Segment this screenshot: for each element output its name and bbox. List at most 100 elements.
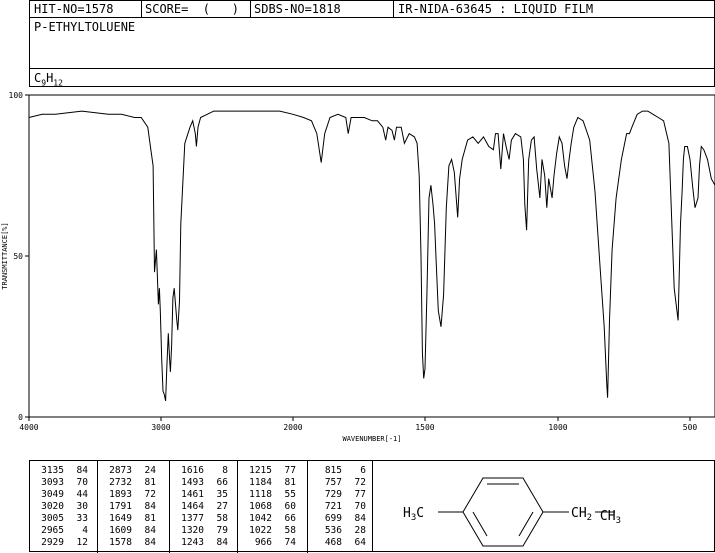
peak-transmittance: 84	[144, 537, 156, 548]
peak-row: 815 6	[308, 465, 374, 477]
peak-transmittance: 35	[216, 489, 228, 500]
peak-row: 468 64	[308, 537, 374, 549]
peak-wavenumber: 3049	[41, 489, 64, 500]
peak-transmittance: 72	[144, 489, 156, 500]
peak-wavenumber: 1377	[181, 513, 204, 524]
peak-transmittance: 6	[360, 465, 366, 476]
peak-transmittance: 24	[144, 465, 156, 476]
peak-wavenumber: 3005	[41, 513, 64, 524]
peak-wavenumber: 1791	[109, 501, 132, 512]
structure-drawing: H3C CH2 CH3	[403, 477, 621, 547]
peak-wavenumber: 966	[254, 537, 272, 548]
spectrum-line	[28, 110, 715, 401]
peak-transmittance: 72	[354, 477, 366, 488]
peak-wavenumber: 699	[324, 513, 342, 524]
x-axis-label: WAVENUMBER[-1]	[342, 435, 401, 443]
peak-row: 1320 79	[170, 525, 238, 537]
peak-wavenumber: 757	[324, 477, 342, 488]
peak-transmittance: 30	[76, 501, 88, 512]
x-axis: 4000 3000 2000 1500 1000 500	[19, 417, 697, 432]
peak-wavenumber: 1609	[109, 525, 132, 536]
peak-row: 3135 84	[30, 465, 98, 477]
peak-transmittance: 81	[144, 477, 156, 488]
y-axis: 0 50 100	[9, 91, 29, 422]
benzene-ring	[438, 477, 615, 547]
peak-wavenumber: 1320	[181, 525, 204, 536]
peak-transmittance: 84	[354, 513, 366, 524]
peak-column: 3135 84 3093 70 3049 44 3020 30 3005 33 2965 4 2929 1…	[30, 461, 98, 553]
peak-transmittance: 79	[216, 525, 228, 536]
peak-transmittance: 4	[82, 525, 88, 536]
peak-wavenumber: 1243	[181, 537, 204, 548]
peak-row: 1022 58	[238, 525, 308, 537]
y-axis-label: TRANSMITTANCE[%]	[1, 222, 9, 289]
peak-row: 2965 4	[30, 525, 98, 537]
peak-row: 2873 24	[98, 465, 170, 477]
x-tick-label: 1000	[548, 423, 567, 432]
peak-transmittance: 77	[354, 489, 366, 500]
peak-transmittance: 84	[216, 537, 228, 548]
peak-wavenumber: 1578	[109, 537, 132, 548]
x-tick-label: 3000	[151, 423, 170, 432]
peak-row: 3005 33	[30, 513, 98, 525]
peak-wavenumber: 1464	[181, 501, 204, 512]
peak-wavenumber: 1184	[249, 477, 272, 488]
x-tick-label: 2000	[283, 423, 302, 432]
peak-row: 1243 84	[170, 537, 238, 549]
peak-transmittance: 84	[76, 465, 88, 476]
peak-wavenumber: 1649	[109, 513, 132, 524]
peak-row: 3020 30	[30, 501, 98, 513]
peak-wavenumber: 2929	[41, 537, 64, 548]
peak-row: 2732 81	[98, 477, 170, 489]
x-tick-label: 500	[683, 423, 698, 432]
peak-column: 1215 77 1184 81 1118 55 1068 60 1042 66 1022 58 966 7…	[238, 461, 308, 553]
peak-wavenumber: 1022	[249, 525, 272, 536]
peak-row: 1068 60	[238, 501, 308, 513]
peak-wavenumber: 3020	[41, 501, 64, 512]
peak-row: 1616 8	[170, 465, 238, 477]
peak-wavenumber: 1215	[249, 465, 272, 476]
peak-wavenumber: 1042	[249, 513, 272, 524]
peak-wavenumber: 721	[324, 501, 342, 512]
x-tick-label: 1500	[415, 423, 434, 432]
peak-transmittance: 81	[284, 477, 296, 488]
peak-row: 1377 58	[170, 513, 238, 525]
peak-column: 1616 8 1493 66 1461 35 1464 27 1377 58 1320 79 1243 8…	[170, 461, 238, 553]
peak-row: 536 28	[308, 525, 374, 537]
peak-transmittance: 81	[144, 513, 156, 524]
peak-row: 1578 84	[98, 537, 170, 549]
peak-wavenumber: 2965	[41, 525, 64, 536]
peak-transmittance: 27	[216, 501, 228, 512]
peak-column: 815 6 757 72 729 77 721 70 699 84 536 28 468 64	[308, 461, 374, 553]
peak-wavenumber: 1893	[109, 489, 132, 500]
peak-row: 1461 35	[170, 489, 238, 501]
peak-wavenumber: 3135	[41, 465, 64, 476]
peak-transmittance: 55	[284, 489, 296, 500]
peak-transmittance: 70	[354, 501, 366, 512]
peak-wavenumber: 2873	[109, 465, 132, 476]
peak-wavenumber: 468	[324, 537, 342, 548]
peak-row: 729 77	[308, 489, 374, 501]
peak-wavenumber: 729	[324, 489, 342, 500]
peak-transmittance: 66	[216, 477, 228, 488]
peak-row: 1609 84	[98, 525, 170, 537]
peak-row: 3093 70	[30, 477, 98, 489]
peak-transmittance: 84	[144, 501, 156, 512]
peak-row: 757 72	[308, 477, 374, 489]
structure-box: H3C CH2 CH3	[372, 460, 715, 552]
peak-transmittance: 66	[284, 513, 296, 524]
peak-row: 1893 72	[98, 489, 170, 501]
peak-row: 1493 66	[170, 477, 238, 489]
peak-transmittance: 74	[284, 537, 296, 548]
peak-transmittance: 60	[284, 501, 296, 512]
peak-row: 1118 55	[238, 489, 308, 501]
peak-row: 3049 44	[30, 489, 98, 501]
peak-wavenumber: 3093	[41, 477, 64, 488]
peak-transmittance: 12	[76, 537, 88, 548]
peak-transmittance: 8	[222, 465, 228, 476]
peak-wavenumber: 1461	[181, 489, 204, 500]
peak-row: 1184 81	[238, 477, 308, 489]
peak-wavenumber: 815	[324, 465, 342, 476]
peak-row: 699 84	[308, 513, 374, 525]
peak-transmittance: 28	[354, 525, 366, 536]
